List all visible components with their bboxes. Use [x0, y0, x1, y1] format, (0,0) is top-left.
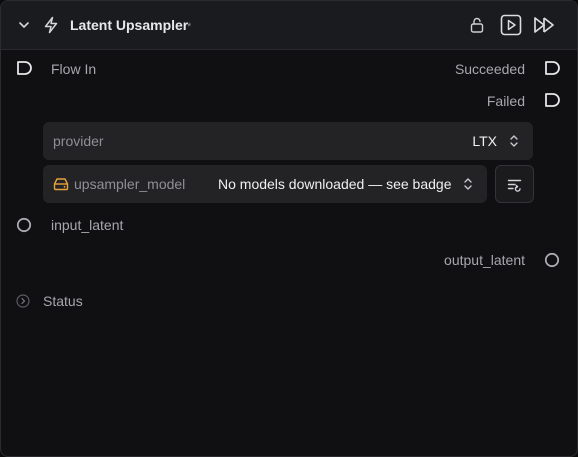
input-latent-port[interactable] [16, 217, 32, 233]
fast-forward-icon[interactable] [533, 15, 557, 35]
chevron-right-circle-icon [16, 294, 30, 308]
model-settings-button[interactable] [495, 165, 534, 203]
status-section-toggle[interactable]: Status [15, 291, 105, 311]
output-latent-port[interactable] [544, 252, 560, 268]
status-label: Status [43, 293, 83, 309]
latent-upsampler-node: Latent Upsampler * Flow In Succeeded Fai… [0, 0, 578, 457]
output-latent-label: output_latent [444, 252, 525, 268]
list-settings-icon [507, 178, 523, 192]
chevron-up-down-icon [463, 177, 473, 191]
flow-in-label: Flow In [51, 61, 97, 77]
provider-value: LTX [472, 133, 497, 149]
chevron-up-down-icon [509, 134, 519, 148]
provider-select[interactable]: provider LTX [43, 122, 533, 160]
upsampler-model-select[interactable]: upsampler_model No models downloaded — s… [43, 165, 487, 203]
play-icon[interactable] [500, 14, 522, 36]
modified-indicator: * [187, 21, 192, 33]
input-latent-label: input_latent [51, 217, 124, 233]
upsampler-model-value: No models downloaded — see badge [218, 176, 452, 192]
provider-label: provider [53, 133, 104, 149]
hard-drive-icon [53, 177, 69, 191]
upsampler-model-label: upsampler_model [74, 176, 186, 192]
failed-port[interactable] [544, 92, 562, 108]
succeeded-port[interactable] [544, 60, 562, 76]
chevron-down-icon[interactable] [17, 18, 31, 32]
lightning-bolt-icon [43, 16, 59, 34]
succeeded-label: Succeeded [454, 61, 525, 77]
flow-in-port[interactable] [16, 60, 34, 76]
node-title: Latent Upsampler [70, 17, 189, 33]
node-header: Latent Upsampler * [1, 1, 577, 50]
failed-label: Failed [486, 93, 525, 109]
unlock-icon[interactable] [468, 16, 486, 34]
